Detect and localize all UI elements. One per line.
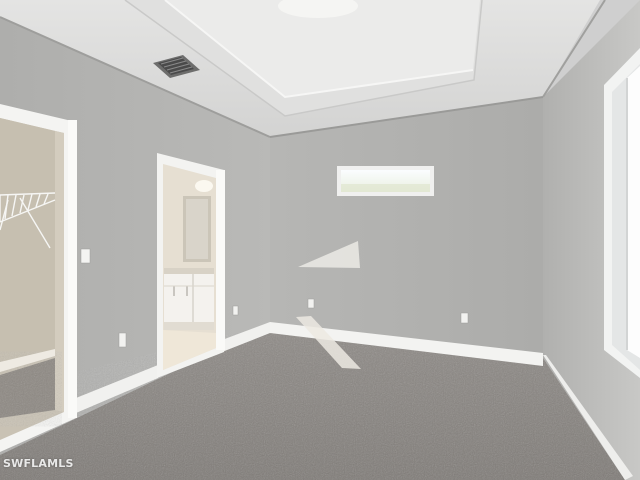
closet-doorway [0, 104, 76, 452]
bedroom-photo: SWFLAMLS [0, 0, 640, 480]
light-switch [80, 248, 91, 264]
outlet-back-right [460, 312, 469, 324]
outlet-left-wall-2 [232, 305, 239, 316]
bathroom-doorway [157, 153, 224, 378]
side-window [604, 48, 640, 378]
room-illustration [0, 0, 640, 480]
outlet-back-left [307, 298, 315, 309]
outlet-left-wall [118, 332, 127, 348]
watermark-text: SWFLAMLS [3, 457, 74, 470]
transom-window [337, 166, 434, 196]
